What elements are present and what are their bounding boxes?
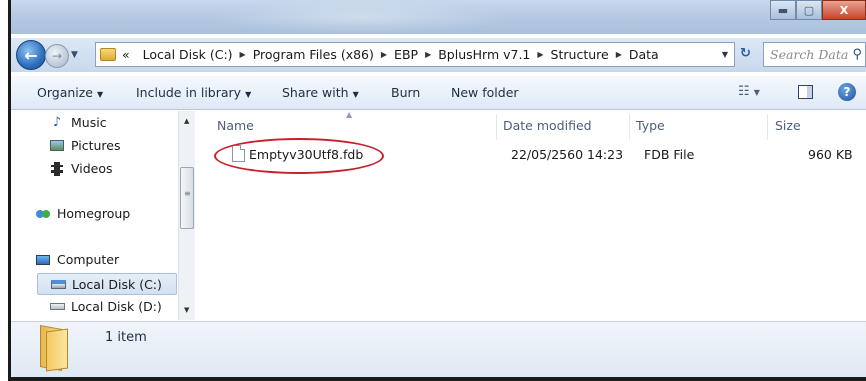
- breadcrumb-item-program-files[interactable]: Program Files (x86): [253, 47, 374, 62]
- title-bar[interactable]: ▬ ▢ X: [11, 0, 866, 34]
- maximize-button[interactable]: ▢: [796, 0, 822, 20]
- sidebar-item-label: Music: [71, 115, 107, 130]
- scroll-down-icon[interactable]: ▼: [184, 306, 189, 314]
- music-icon: ♪: [52, 115, 62, 130]
- navigation-scrollbar[interactable]: ▲ ≡ ▼: [178, 111, 195, 320]
- change-view-icon[interactable]: ☷ ▼: [738, 84, 760, 99]
- refresh-icon[interactable]: ↻: [740, 46, 751, 61]
- sidebar-item-homegroup[interactable]: Homegroup: [35, 206, 130, 221]
- videos-icon: [49, 161, 65, 176]
- include-in-library-label: Include in library: [136, 85, 242, 100]
- homegroup-icon: [35, 206, 51, 221]
- forward-button[interactable]: →: [45, 44, 69, 68]
- drive-icon: [49, 299, 65, 314]
- arrow-left-icon: ←: [24, 45, 38, 65]
- column-header-label: Name: [217, 118, 254, 133]
- column-divider[interactable]: [767, 114, 768, 140]
- breadcrumb-item-bplushrm[interactable]: BplusHrm v7.1: [438, 47, 530, 62]
- sidebar-item-label: Videos: [71, 161, 113, 176]
- column-header-type[interactable]: Type: [636, 118, 665, 133]
- new-folder-button[interactable]: New folder: [451, 85, 519, 100]
- preview-pane-icon[interactable]: [798, 85, 813, 99]
- grip-icon: ≡: [184, 189, 191, 198]
- close-button[interactable]: X: [822, 0, 866, 20]
- breadcrumb-item-ebp[interactable]: EBP: [394, 47, 418, 62]
- breadcrumb-item-data[interactable]: Data: [629, 47, 659, 62]
- search-input[interactable]: Search Data ⚲: [763, 42, 866, 67]
- chevron-down-icon: ▼: [97, 90, 104, 99]
- command-bar: Organize ▼ Include in library ▼ Share with…: [11, 76, 866, 110]
- table-row[interactable]: Emptyv30Utf8.fdb 22/05/2560 14:23 FDB Fi…: [208, 138, 858, 174]
- sidebar-item-label: Local Disk (D:): [71, 299, 162, 314]
- burn-button[interactable]: Burn: [391, 85, 420, 100]
- drive-icon: [50, 277, 66, 292]
- column-header-label: Date modified: [503, 118, 592, 133]
- sidebar-item-pictures[interactable]: Pictures: [49, 138, 121, 153]
- help-icon[interactable]: ?: [838, 83, 856, 101]
- search-icon[interactable]: ⚲: [852, 47, 862, 62]
- window-controls: ▬ ▢ X: [770, 0, 866, 20]
- breadcrumb-separator-icon[interactable]: ▶: [616, 50, 622, 59]
- computer-icon: [35, 252, 51, 267]
- breadcrumb-item-structure[interactable]: Structure: [551, 47, 609, 62]
- sidebar-item-label: Local Disk (C:): [72, 276, 162, 292]
- breadcrumb-separator-icon[interactable]: ▶: [537, 50, 543, 59]
- folder-icon: [40, 325, 70, 372]
- organize-button[interactable]: Organize ▼: [37, 85, 103, 100]
- minimize-button[interactable]: ▬: [770, 0, 796, 20]
- chevron-down-icon: ▼: [245, 90, 252, 99]
- sidebar-item-music[interactable]: ♪ Music: [49, 115, 107, 130]
- scrollbar-thumb[interactable]: ≡: [180, 167, 194, 229]
- column-header-name[interactable]: Name: [217, 118, 254, 133]
- search-placeholder: Search Data: [770, 47, 849, 62]
- sort-ascending-icon: ▲: [346, 110, 353, 119]
- breadcrumb-separator-icon[interactable]: ▶: [425, 50, 431, 59]
- arrow-right-icon: →: [51, 49, 63, 63]
- item-count: 1 item: [105, 330, 147, 345]
- file-date-modified: 22/05/2560 14:23: [511, 147, 624, 162]
- organize-label: Organize: [37, 85, 93, 100]
- sidebar-item-label: Computer: [57, 252, 120, 267]
- address-dropdown-icon[interactable]: ▼: [722, 50, 728, 59]
- column-header-date-modified[interactable]: Date modified: [503, 118, 592, 133]
- column-header-label: Size: [775, 118, 801, 133]
- status-bar: 1 item: [11, 321, 866, 377]
- scroll-up-icon[interactable]: ▲: [184, 117, 189, 125]
- chevron-down-icon: ▼: [352, 90, 359, 99]
- breadcrumb-item-local-disk-c[interactable]: Local Disk (C:): [143, 47, 233, 62]
- file-size: 960 KB: [808, 147, 853, 162]
- sidebar-item-videos[interactable]: Videos: [49, 161, 113, 176]
- breadcrumb-overflow[interactable]: «: [122, 47, 130, 62]
- file-list: Name ▲ Date modified Type Size Emptyv30U…: [196, 110, 866, 320]
- back-button[interactable]: ←: [16, 40, 46, 70]
- recent-pages-dropdown[interactable]: ▼: [71, 50, 78, 60]
- explorer-window: ▬ ▢ X ← → ▼ « Local Disk (C:) ▶ Program …: [8, 0, 866, 381]
- chevron-down-icon: ▼: [71, 50, 78, 60]
- breadcrumb-separator-icon[interactable]: ▶: [381, 50, 387, 59]
- sidebar-item-computer[interactable]: Computer: [35, 252, 119, 267]
- sidebar-item-local-disk-d[interactable]: Local Disk (D:): [49, 299, 162, 314]
- address-row: ← → ▼ « Local Disk (C:) ▶ Program Files …: [11, 38, 866, 72]
- column-divider[interactable]: [629, 114, 630, 140]
- column-header-label: Type: [636, 118, 665, 133]
- breadcrumb-separator-icon[interactable]: ▶: [240, 50, 246, 59]
- share-with-label: Share with: [282, 85, 349, 100]
- share-with-button[interactable]: Share with ▼: [282, 85, 359, 100]
- column-header-size[interactable]: Size: [775, 118, 801, 133]
- folder-icon: [100, 48, 116, 61]
- file-type: FDB File: [644, 147, 695, 162]
- sidebar-item-local-disk-c[interactable]: Local Disk (C:): [37, 273, 177, 295]
- highlight-annotation: [214, 138, 384, 174]
- address-bar[interactable]: « Local Disk (C:) ▶ Program Files (x86) …: [95, 42, 735, 67]
- pictures-icon: [49, 138, 65, 153]
- navigation-pane: ♪ Music Pictures Videos Homegroup Comput…: [11, 111, 195, 320]
- sidebar-item-label: Pictures: [71, 138, 121, 153]
- column-divider[interactable]: [496, 114, 497, 140]
- sidebar-item-label: Homegroup: [57, 206, 131, 221]
- include-in-library-button[interactable]: Include in library ▼: [136, 85, 251, 100]
